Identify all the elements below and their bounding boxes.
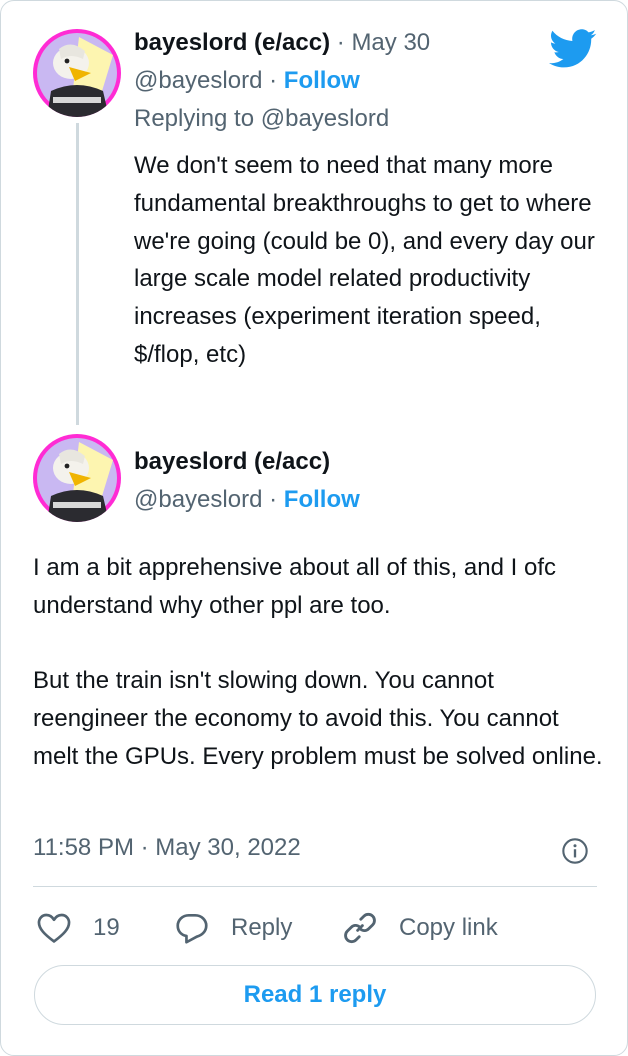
avatar-image <box>33 434 121 522</box>
reply-bubble-icon <box>176 913 208 944</box>
author-handle-row: @bayeslord · Follow <box>134 67 360 95</box>
tweet-date[interactable]: May 30 <box>351 29 430 56</box>
avatar-image <box>33 29 121 117</box>
link-icon <box>344 912 376 944</box>
reply-label: Reply <box>231 914 293 941</box>
author-name[interactable]: bayeslord (e/acc) · May 30 <box>134 29 430 57</box>
twitter-bird-icon[interactable] <box>549 29 597 69</box>
author-handle-row: @bayeslord · Follow <box>134 486 360 514</box>
tweet-text: We don't seem to need that many more fun… <box>134 152 595 368</box>
avatar[interactable] <box>33 29 121 117</box>
info-icon[interactable] <box>561 837 589 865</box>
date-separator: · <box>336 29 345 56</box>
tweet-text: I am a bit apprehensive about all of thi… <box>33 554 603 770</box>
tweet-timestamp[interactable]: 11:58 PM · May 30, 2022 <box>33 834 301 862</box>
copy-link-button[interactable]: Copy link <box>341 906 498 950</box>
handle-separator: · <box>269 486 278 513</box>
like-button[interactable]: 19 <box>35 906 120 950</box>
author-handle[interactable]: @bayeslord <box>134 67 262 94</box>
handle-separator: · <box>269 67 278 94</box>
author-name[interactable]: bayeslord (e/acc) <box>134 448 330 476</box>
divider <box>33 886 597 887</box>
tweet-card: bayeslord (e/acc) · May 30 @bayeslord · … <box>0 0 628 1056</box>
copy-link-label: Copy link <box>399 914 498 941</box>
follow-button[interactable]: Follow <box>284 67 360 94</box>
replying-to[interactable]: Replying to @bayeslord <box>134 105 389 133</box>
heart-icon <box>37 913 71 943</box>
avatar[interactable] <box>33 434 121 522</box>
thread-line <box>76 123 79 425</box>
like-count: 19 <box>93 914 120 941</box>
follow-button[interactable]: Follow <box>284 486 360 513</box>
author-handle[interactable]: @bayeslord <box>134 486 262 513</box>
read-replies-button[interactable]: Read 1 reply <box>34 965 596 1025</box>
author-name-text: bayeslord (e/acc) <box>134 29 331 56</box>
reply-button[interactable]: Reply <box>173 906 292 950</box>
